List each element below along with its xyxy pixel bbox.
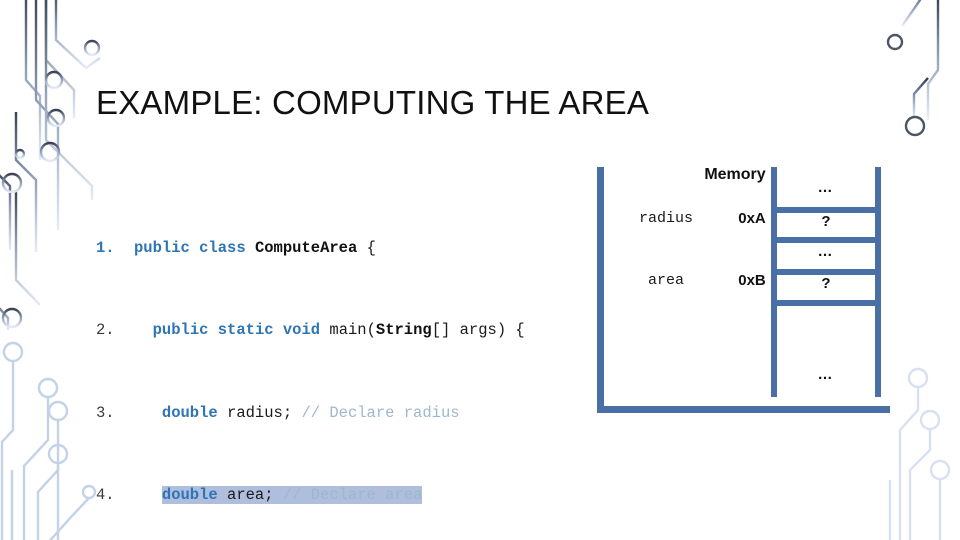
variable-name-radius: radius [638, 210, 693, 227]
code-token-keyword: class [199, 238, 246, 257]
code-token-keyword: void [282, 321, 321, 340]
page-title: EXAMPLE: COMPUTING THE AREA [96, 84, 650, 121]
line-number: 3. [96, 403, 115, 422]
code-line-highlight: double area; // Declare area [161, 485, 423, 504]
code-line-4: 4. double area; // Declare area [96, 485, 692, 506]
code-token-keyword: public [134, 238, 190, 257]
slide-canvas: EXAMPLE: COMPUTING THE AREA 1. public cla… [0, 0, 960, 540]
memory-cell-divider [771, 300, 881, 306]
memory-cell-value: … [817, 366, 835, 383]
memory-cell-value: … [817, 243, 835, 260]
circuit-decoration-left [0, 0, 101, 540]
line-number: 1. [96, 238, 115, 257]
line-number: 2. [96, 321, 115, 340]
code-token-plain: area; [217, 485, 283, 504]
code-token-plain: radius; [217, 403, 302, 422]
memory-cell-value-radius: ? [821, 213, 831, 230]
code-token-keyword: double [161, 485, 218, 504]
memory-cell-value-area: ? [821, 275, 831, 292]
code-token-class: String [375, 321, 432, 340]
code-token-comment: // Declare radius [301, 403, 460, 422]
code-token-keyword: static [217, 321, 274, 340]
code-token-plain: [] args) { [431, 321, 525, 340]
memory-cell-column: … ? … ? … [771, 167, 881, 397]
code-token-comment: // Declare area [282, 485, 423, 504]
line-number: 4. [96, 485, 115, 504]
code-token-keyword: public [152, 321, 209, 340]
code-token-keyword: double [161, 403, 218, 422]
code-token-plain: main( [329, 321, 376, 340]
memory-box-bottom-edge [597, 406, 890, 413]
variable-name-area: area [647, 272, 684, 289]
code-token-plain: { [357, 238, 376, 257]
memory-box-left-edge [597, 167, 604, 413]
code-token-class: ComputeArea [254, 238, 358, 257]
memory-diagram: Memory radius 0xA area 0xB … ? … ? … [590, 160, 900, 420]
memory-cell-value: … [817, 179, 835, 196]
